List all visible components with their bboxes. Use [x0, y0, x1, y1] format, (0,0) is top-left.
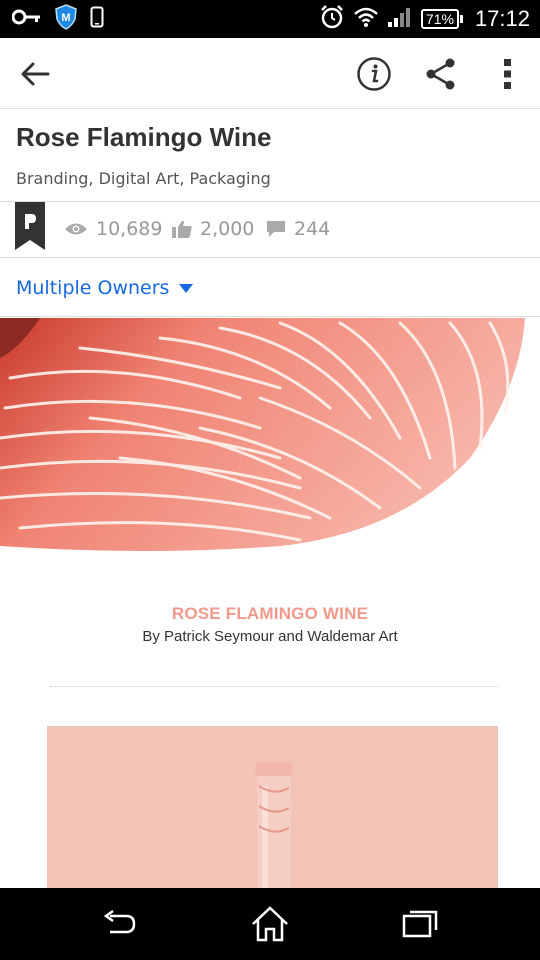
svg-text:M: M: [61, 12, 70, 24]
shield-m-icon: M: [54, 4, 78, 34]
eye-icon: [65, 223, 87, 235]
status-bar: M 71% 17:12: [0, 0, 540, 38]
battery-icon: 71%: [420, 9, 463, 29]
appreciations-stat: 2,000: [172, 218, 254, 240]
stats-row: 10,689 2,000 244: [0, 202, 540, 258]
wine-bottle-image: [47, 726, 498, 888]
phone-outline-icon: [90, 6, 104, 32]
content-byline: By Patrick Seymour and Waldemar Art: [142, 628, 398, 645]
views-count: 10,689: [96, 218, 163, 240]
home-icon: [252, 906, 288, 942]
dropdown-triangle-icon: [179, 283, 194, 293]
flamingo-feathers-illustration: [0, 318, 525, 551]
owners-row: Multiple Owners: [0, 259, 540, 317]
project-title: Rose Flamingo Wine: [16, 122, 272, 152]
clock: 17:12: [474, 6, 530, 31]
back-button[interactable]: [16, 56, 54, 92]
wifi-icon: [353, 6, 379, 32]
nav-recents-button[interactable]: [398, 902, 442, 946]
recents-icon: [402, 910, 438, 938]
thumbs-up-icon: [172, 220, 192, 238]
signal-icon: [387, 6, 413, 32]
comments-stat: 244: [266, 218, 330, 240]
project-fields: Branding, Digital Art, Packaging: [16, 169, 271, 188]
share-button[interactable]: [422, 56, 460, 92]
key-icon: [11, 9, 42, 29]
more-options-button[interactable]: [494, 56, 522, 92]
nav-home-button[interactable]: [248, 902, 292, 946]
comment-icon: [267, 221, 285, 237]
back-arrow-icon: [21, 62, 50, 86]
owners-label: Multiple Owners: [16, 277, 170, 299]
nav-back-icon: [103, 909, 136, 934]
views-stat: 10,689: [64, 218, 162, 240]
info-button[interactable]: [356, 56, 392, 92]
alarm-icon: [319, 4, 345, 34]
divider: [50, 686, 498, 687]
system-nav-bar: [0, 888, 540, 960]
share-icon: [426, 58, 455, 90]
project-content: ROSE FLAMINGO WINE By Patrick Seymour an…: [0, 318, 540, 888]
battery-percent: 71%: [420, 9, 459, 29]
comments-count: 244: [294, 218, 331, 240]
more-vert-icon: [504, 59, 511, 89]
featured-ribbon-icon: [15, 202, 45, 250]
nav-back-button[interactable]: [98, 902, 142, 946]
appreciations-count: 2,000: [200, 218, 255, 240]
app-bar: [0, 38, 540, 109]
content-heading: ROSE FLAMINGO WINE: [171, 604, 369, 623]
project-header: Rose Flamingo Wine Branding, Digital Art…: [0, 110, 540, 202]
multiple-owners-dropdown[interactable]: Multiple Owners: [16, 277, 194, 299]
info-icon: [357, 57, 391, 91]
